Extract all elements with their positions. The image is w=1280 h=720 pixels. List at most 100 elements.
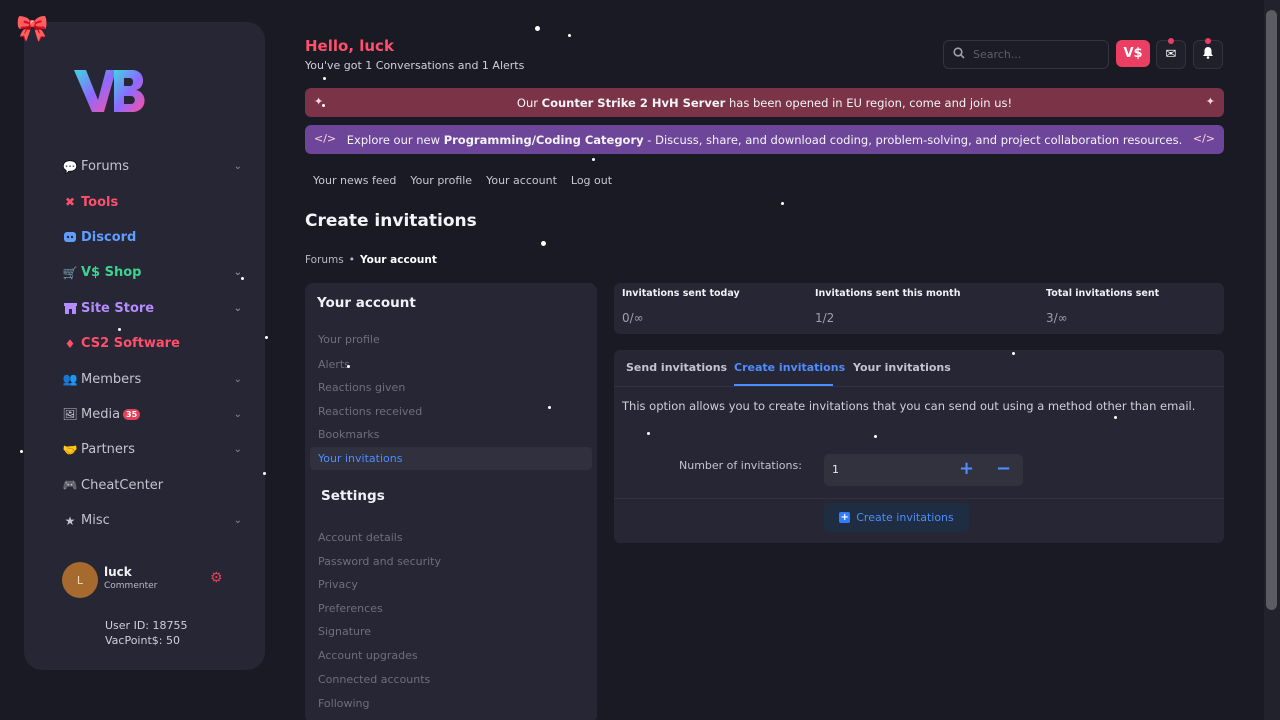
invitation-stats-panel: Invitations sent today 0/∞ Invitations s… — [614, 283, 1224, 334]
chevron-down-icon[interactable]: ⌄ — [234, 303, 242, 314]
cart-icon: 🛒 — [62, 265, 78, 280]
account-link-reactions-given[interactable]: Reactions given — [310, 376, 592, 399]
code-icon: </> — [314, 132, 337, 145]
settings-link-signature[interactable]: Signature — [310, 620, 592, 643]
sidebar-item-site-store[interactable]: Site Store ⌄ — [62, 291, 242, 326]
alerts-button[interactable] — [1193, 40, 1223, 69]
greeting: Hello, luck — [305, 37, 394, 55]
invitations-quantity-value[interactable]: 1 — [832, 463, 839, 476]
chevron-down-icon[interactable]: ⌄ — [234, 444, 242, 455]
account-heading: Your account — [317, 295, 416, 311]
sidebar-item-label: Media — [81, 406, 121, 422]
snowflake-decoration — [592, 158, 595, 161]
stat-label-today: Invitations sent today — [622, 288, 740, 299]
chevron-down-icon[interactable]: ⌄ — [234, 374, 242, 385]
sidebar-item-label: Misc — [81, 513, 110, 529]
envelope-icon: ✉ — [1165, 47, 1177, 62]
sidebar-item-media[interactable]: 🖼 Media 35 ⌄ — [62, 397, 242, 432]
avatar[interactable]: L — [62, 562, 98, 598]
invitation-tabs: Send invitations Create invitations Your… — [614, 350, 1224, 387]
subnav-news-feed[interactable]: Your news feed — [313, 174, 396, 187]
messages-dot — [1168, 38, 1174, 44]
search-box[interactable] — [943, 40, 1109, 69]
breadcrumb-forums[interactable]: Forums — [305, 254, 344, 266]
breadcrumb: Forums • Your account — [305, 254, 437, 266]
invitations-panel: Send invitations Create invitations Your… — [614, 350, 1224, 543]
stat-label-month: Invitations sent this month — [815, 288, 961, 299]
user-id: User ID: 18755 — [105, 619, 188, 632]
sidebar-nav: 💬 Forums ⌄ ✖ Tools Discord 🛒 V$ Shop ⌄ S… — [62, 149, 242, 538]
media-count-badge: 35 — [123, 408, 141, 420]
sidebar-item-partners[interactable]: 🤝 Partners ⌄ — [62, 432, 242, 467]
page-scrollbar-thumb[interactable] — [1266, 10, 1277, 610]
sidebar-item-cs2-software[interactable]: ♦ CS2 Software — [62, 326, 242, 361]
chevron-down-icon[interactable]: ⌄ — [234, 161, 242, 172]
settings-heading: Settings — [321, 488, 385, 504]
breadcrumb-your-account[interactable]: Your account — [360, 254, 437, 266]
code-icon: </> — [1192, 132, 1215, 145]
settings-link-account-details[interactable]: Account details — [310, 526, 592, 549]
ribbon-icon: 🎀 — [16, 14, 49, 44]
sidebar-item-label: CS2 Software — [81, 336, 180, 352]
chevron-down-icon[interactable]: ⌄ — [234, 515, 242, 526]
settings-link-connected-accounts[interactable]: Connected accounts — [310, 668, 592, 691]
greeting-subtitle: You've got 1 Conversations and 1 Alerts — [305, 59, 525, 72]
sidebar-item-vs-shop[interactable]: 🛒 V$ Shop ⌄ — [62, 255, 242, 290]
tab-send-invitations[interactable]: Send invitations — [626, 361, 727, 374]
settings-link-preferences[interactable]: Preferences — [310, 597, 592, 620]
settings-link-account-upgrades[interactable]: Account upgrades — [310, 644, 592, 667]
snowflake-decoration — [322, 104, 325, 107]
messages-button[interactable]: ✉ — [1156, 40, 1186, 69]
settings-link-following[interactable]: Following — [310, 692, 592, 715]
increment-button[interactable]: + — [959, 458, 974, 479]
user-stats: User ID: 18755 VacPoint$: 50 — [105, 618, 187, 648]
settings-link-password-security[interactable]: Password and security — [310, 550, 592, 573]
sidebar-item-discord[interactable]: Discord — [62, 220, 242, 255]
decrement-button[interactable]: − — [996, 458, 1011, 479]
page-title: Create invitations — [305, 211, 477, 231]
account-link-your-invitations[interactable]: Your invitations — [310, 447, 592, 470]
stat-label-total: Total invitations sent — [1046, 288, 1160, 299]
plus-square-icon: + — [839, 512, 851, 523]
snowflake-decoration — [323, 77, 326, 80]
account-link-alerts[interactable]: Alerts — [310, 353, 592, 376]
sidebar-item-label: Members — [81, 371, 142, 387]
subnav-log-out[interactable]: Log out — [571, 174, 612, 187]
snowflake-decoration — [20, 450, 23, 453]
search-input[interactable] — [973, 48, 1093, 61]
account-link-bookmarks[interactable]: Bookmarks — [310, 423, 592, 446]
subnav-your-profile[interactable]: Your profile — [410, 174, 472, 187]
snowflake-decoration — [1012, 352, 1015, 355]
sidebar-item-forums[interactable]: 💬 Forums ⌄ — [62, 149, 242, 184]
announcement-banner-coding[interactable]: </> Explore our new Programming/Coding C… — [305, 125, 1224, 154]
sidebar-item-cheatcenter[interactable]: 🎮 CheatCenter — [62, 468, 242, 503]
sidebar-item-label: Forums — [81, 159, 129, 175]
account-link-reactions-received[interactable]: Reactions received — [310, 400, 592, 423]
snowflake-decoration — [241, 277, 244, 280]
user-name[interactable]: luck — [104, 565, 132, 579]
chevron-down-icon[interactable]: ⌄ — [234, 409, 242, 420]
subnav-your-account[interactable]: Your account — [486, 174, 557, 187]
banner-text-pre: Our — [516, 95, 542, 110]
announcement-banner-cs2[interactable]: ✦ Our Counter Strike 2 HvH Server has be… — [305, 88, 1224, 117]
tab-create-invitations[interactable]: Create invitations — [734, 361, 845, 374]
sidebar-item-tools[interactable]: ✖ Tools — [62, 184, 242, 219]
currency-button[interactable]: V$ — [1116, 40, 1150, 67]
sidebar-item-misc[interactable]: ★ Misc ⌄ — [62, 503, 242, 538]
create-invitations-label: Create invitations — [856, 511, 954, 524]
create-invitations-button[interactable]: + Create invitations — [824, 503, 969, 532]
account-link-your-profile[interactable]: Your profile — [310, 328, 592, 351]
store-icon — [62, 302, 78, 315]
account-subnav: Your news feed Your profile Your account… — [313, 174, 612, 187]
site-logo[interactable] — [70, 64, 150, 118]
gear-icon[interactable]: ⚙ — [210, 570, 223, 586]
snowflake-decoration — [874, 435, 877, 438]
invitations-quantity-stepper[interactable]: 1 + − — [824, 454, 1023, 486]
banner-text-pre: Explore our new — [346, 132, 444, 147]
snowflake-decoration — [1114, 416, 1117, 419]
snowflake-decoration — [118, 328, 121, 331]
settings-link-privacy[interactable]: Privacy — [310, 573, 592, 596]
sidebar-item-members[interactable]: 👥 Members ⌄ — [62, 361, 242, 396]
tab-your-invitations[interactable]: Your invitations — [853, 361, 951, 374]
sidebar-item-label-wrap: Media 35 — [81, 407, 234, 422]
